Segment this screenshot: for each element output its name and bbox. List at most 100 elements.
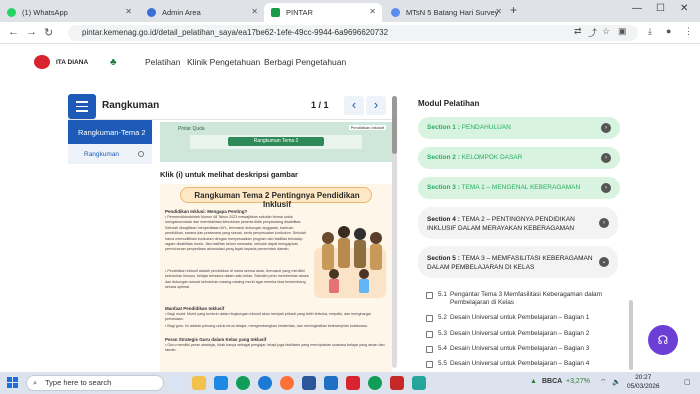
module-section-5[interactable]: Section 5 : TEMA 3 – MEMFASILITASI KEBER… (418, 246, 618, 278)
whatsapp-icon (7, 8, 16, 17)
lesson-item[interactable]: 5.5 Desain Universal untuk Pembelajaran … (426, 360, 622, 370)
browser-tab-bar: (1) WhatsApp ✕ Admin Area ✕ PINTAR ✕ MTs… (0, 0, 700, 22)
section-label: Section 5 : (427, 255, 460, 262)
lesson-checkbox[interactable] (426, 361, 433, 368)
lesson-title: Desain Universal untuk Pembelajaran – Ba… (450, 360, 590, 367)
menu-berbagi-pengetahuan[interactable]: Berbagi Pengetahuan (264, 57, 346, 67)
app-icon[interactable] (412, 376, 426, 390)
tab-label: PINTAR (286, 8, 313, 17)
close-icon[interactable]: ✕ (251, 7, 258, 16)
maximize-icon[interactable]: ☐ (656, 3, 665, 14)
module-panel-title: Modul Pelatihan (418, 99, 480, 108)
sidenav-section-header[interactable]: Rangkuman-Tema 2 (68, 120, 152, 144)
tab-survey[interactable]: MTsN 5 Batang Hari Survey ✕ (384, 3, 508, 22)
chrome-icon[interactable] (236, 376, 250, 390)
volume-icon[interactable]: 🔈 (612, 378, 621, 386)
chevron-right-icon[interactable]: › (601, 183, 611, 193)
prev-page-button[interactable]: ‹ (344, 96, 364, 115)
reload-icon[interactable]: ↻ (44, 26, 53, 39)
banner-label: Rangkuman Tema 2 (228, 137, 324, 146)
window-close-icon[interactable]: ✕ (680, 3, 688, 14)
summary-poster-image[interactable]: Rangkuman Tema 2 Pentingnya Pendidikan I… (160, 184, 392, 372)
bookmark-icon[interactable]: ☆ (602, 26, 610, 37)
clock[interactable]: 20:27 05/03/2026 (627, 374, 660, 391)
translate-icon[interactable]: ⇄ (574, 26, 582, 37)
taskbar-search-input[interactable]: ⌕ Type here to search (26, 375, 164, 391)
tab-whatsapp[interactable]: (1) WhatsApp ✕ (0, 3, 138, 22)
lesson-item[interactable]: 5.1 Pengantar Tema 3 Memfasilitasi Keber… (426, 291, 622, 309)
poster-paragraph: • Permendikbudristek Nomor 48 Tahun 2023… (165, 215, 307, 252)
banner-tag: Pendidikan Inklusif (348, 125, 386, 130)
stock-change[interactable]: +3,27% (566, 378, 590, 385)
poster-title-box: Rangkuman Tema 2 Pentingnya Pendidikan I… (180, 187, 372, 209)
network-icon[interactable]: ⌔ (600, 378, 607, 387)
chevron-right-icon[interactable]: › (601, 153, 611, 163)
close-icon[interactable]: ✕ (369, 7, 376, 16)
sidenav-item-rangkuman[interactable]: Rangkuman (68, 144, 152, 164)
firefox-icon[interactable] (280, 376, 294, 390)
url-input[interactable]: pintar.kemenag.go.id/detail_pelatihan_sa… (68, 25, 638, 41)
content-scrollbar[interactable] (392, 96, 397, 368)
chevron-right-icon[interactable]: › (599, 218, 609, 228)
stock-name[interactable]: BBCA (542, 378, 562, 385)
minimize-icon[interactable]: — (632, 3, 642, 14)
module-section-4[interactable]: Section 4 : TEMA 2 – PENTINGNYA PENDIDIK… (418, 207, 618, 239)
clock-date: 05/03/2026 (627, 382, 660, 390)
forward-icon[interactable]: → (26, 26, 37, 38)
poster-paragraph: • Guru memiliki peran strategis, tidak h… (165, 343, 385, 353)
module-section-3[interactable]: Section 3 : TEMA 1 – MENGENAL KEBERAGAMA… (418, 177, 620, 199)
hamburger-menu-button[interactable] (68, 94, 96, 119)
content-header: Rangkuman 1 / 1 ‹ › (68, 92, 398, 120)
lesson-item[interactable]: 5.3 Desain Universal untuk Pembelajaran … (426, 330, 622, 340)
app-icon[interactable] (346, 376, 360, 390)
menu-pelatihan[interactable]: Pelatihan (145, 57, 180, 67)
lesson-title: Desain Universal untuk Pembelajaran – Ba… (450, 314, 590, 321)
word-icon[interactable] (302, 376, 316, 390)
lesson-checkbox[interactable] (426, 315, 433, 322)
back-icon[interactable]: ← (8, 26, 19, 38)
help-chat-button[interactable]: ☊ (648, 325, 678, 355)
file-explorer-icon[interactable] (192, 376, 206, 390)
windows-start-icon[interactable] (7, 377, 19, 389)
close-icon[interactable]: ✕ (495, 7, 502, 16)
search-icon: ⌕ (33, 378, 38, 387)
tab-admin-area[interactable]: Admin Area ✕ (140, 3, 264, 22)
chevron-down-icon[interactable]: ⌄ (599, 257, 609, 267)
menu-icon[interactable]: ⋮ (684, 26, 693, 37)
notification-icon[interactable]: ▢ (684, 378, 691, 386)
section-name: TEMA 1 – MENGENAL KEBERAGAMAN (461, 184, 581, 191)
share-icon[interactable]: ⤴ (588, 26, 597, 39)
mail-icon[interactable] (324, 376, 338, 390)
clock-time: 20:27 (635, 374, 652, 381)
profile-icon[interactable]: ● (666, 26, 671, 36)
module-section-1[interactable]: Section 1 : PENDAHULUAN › (418, 117, 620, 139)
lesson-number: 5.1 (438, 291, 447, 298)
lesson-item[interactable]: 5.2 Desain Universal untuk Pembelajaran … (426, 314, 622, 324)
edge-icon[interactable] (258, 376, 272, 390)
tab-label: (1) WhatsApp (22, 8, 68, 17)
search-placeholder: Type here to search (45, 378, 112, 387)
download-icon[interactable]: ⤓ (648, 26, 652, 37)
user-name[interactable]: ITA DIANA (56, 59, 88, 66)
extensions-icon[interactable]: ▣ (618, 26, 627, 37)
lesson-checkbox[interactable] (426, 346, 433, 353)
module-scrollbar[interactable] (629, 300, 633, 370)
next-page-button[interactable]: › (366, 96, 386, 115)
close-icon[interactable]: ✕ (125, 7, 132, 16)
lesson-item[interactable]: 5.4 Desain Universal untuk Pembelajaran … (426, 345, 622, 355)
chevron-right-icon[interactable]: › (601, 123, 611, 133)
lesson-title: Desain Universal untuk Pembelajaran – Ba… (450, 330, 590, 337)
store-icon[interactable] (214, 376, 228, 390)
menu-klinik-pengetahuan[interactable]: Klinik Pengetahuan (187, 57, 260, 67)
lesson-checkbox[interactable] (426, 331, 433, 338)
tab-pintar[interactable]: PINTAR ✕ (264, 3, 382, 22)
task-view-icon[interactable] (170, 376, 184, 390)
chrome-active-icon[interactable] (368, 376, 382, 390)
poster-section-heading: Manfaat Pendidikan Inklusif (165, 306, 225, 311)
lesson-checkbox[interactable] (426, 292, 433, 299)
app-icon[interactable] (390, 376, 404, 390)
avatar[interactable] (34, 55, 50, 69)
module-section-2[interactable]: Section 2 : KELOMPOK DASAR › (418, 147, 620, 169)
new-tab-button[interactable]: + (510, 3, 517, 17)
teachers-illustration (314, 226, 386, 298)
